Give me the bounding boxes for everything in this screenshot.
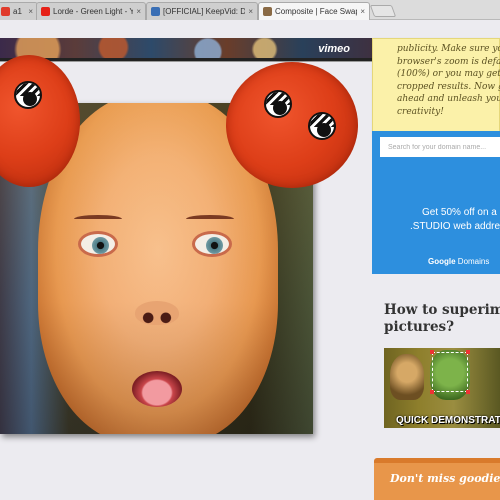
left-googly-eye-icon (14, 81, 42, 109)
left-googly-pupil (23, 92, 37, 106)
ad-offer-text: Get 50% off on a (422, 207, 497, 218)
tab-1-title: a1 (13, 7, 22, 16)
right-red-ear-overlay (226, 62, 358, 188)
tab-2-title: Lorde - Green Light - Yo (53, 7, 134, 16)
left-iris (92, 237, 109, 254)
goodies-text: Don't miss goodies (390, 472, 500, 485)
googly-eye-icon (264, 90, 292, 118)
tab-4-title: Composite | Face Swap O (275, 7, 357, 16)
selection-handle (466, 350, 470, 354)
right-eyebrow (186, 215, 234, 223)
vimeo-logo[interactable]: vimeo (318, 43, 350, 55)
quick-demo-video-thumbnail[interactable]: QUICK DEMONSTRAT (384, 348, 500, 428)
tab-1-close-icon[interactable]: × (28, 7, 33, 16)
nose (135, 301, 179, 325)
right-eye (192, 231, 232, 257)
video-scrub-bar[interactable] (0, 58, 378, 61)
faceswap-favicon-icon (263, 7, 272, 16)
tab-3[interactable]: [OFFICIAL] KeepVid: Dov × (146, 2, 258, 20)
ad-offer-subtext: .STUDIO web addres (410, 221, 500, 232)
tab-2-close-icon[interactable]: × (136, 7, 141, 16)
tab-4-close-icon[interactable]: × (360, 7, 365, 16)
note-line: publicity. Make sure your (397, 44, 500, 54)
google-domains-ad[interactable]: Get 50% off on a .STUDIO web addres Goog… (372, 131, 500, 274)
embedded-video-player[interactable]: vimeo (0, 38, 378, 62)
selection-handle (466, 390, 470, 394)
tab-1-favicon-icon (1, 7, 10, 16)
goodies-banner[interactable]: Don't miss goodies (374, 458, 500, 500)
right-sidebar: publicity. Make sure your browser's zoom… (372, 20, 500, 500)
right-iris (206, 237, 223, 254)
domains-word: Domains (455, 257, 490, 266)
superimpose-heading: How to superimpo pictures? (384, 302, 500, 335)
browser-tab-strip: a1 × Lorde - Green Light - Yo × [OFFICIA… (0, 0, 500, 20)
note-line: (100%) or you may get (397, 69, 500, 79)
tab-3-title: [OFFICIAL] KeepVid: Dov (163, 7, 246, 16)
google-word: Google (428, 257, 456, 266)
tab-4-active[interactable]: Composite | Face Swap O × (258, 2, 370, 20)
left-eye (78, 231, 118, 257)
youtube-favicon-icon (41, 7, 50, 16)
note-line: cropped results. Now go (397, 81, 500, 92)
note-line: ahead and unleash your (397, 94, 500, 104)
instructions-note: publicity. Make sure your browser's zoom… (372, 38, 500, 136)
demo-caption: QUICK DEMONSTRAT (396, 415, 500, 426)
domain-search-input[interactable] (380, 137, 500, 157)
mouth-tongue (132, 371, 182, 407)
tab-2[interactable]: Lorde - Green Light - Yo × (36, 2, 146, 20)
googly-pupil (317, 123, 331, 137)
googly-pupil (273, 101, 287, 115)
keepvid-favicon-icon (151, 7, 160, 16)
tab-1[interactable]: a1 × (0, 2, 38, 20)
note-line: creativity! (397, 106, 444, 117)
left-eyebrow (74, 215, 122, 223)
note-line: browser's zoom is default (397, 56, 500, 67)
selection-handle (430, 390, 434, 394)
selection-box (432, 352, 468, 392)
selection-handle (430, 350, 434, 354)
new-tab-button[interactable] (369, 5, 397, 17)
google-domains-logo: Google Domains (428, 257, 489, 266)
tab-3-close-icon[interactable]: × (248, 7, 253, 16)
mona-lisa-image (390, 354, 424, 400)
googly-eye-icon (308, 112, 336, 140)
